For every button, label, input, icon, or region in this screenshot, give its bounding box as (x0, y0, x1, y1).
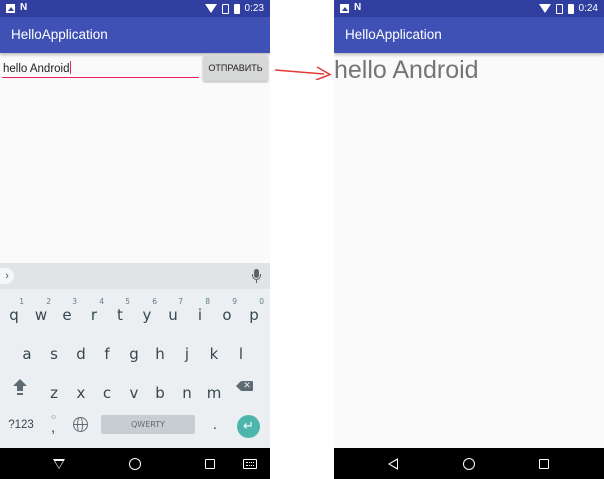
key-f[interactable]: f (94, 336, 120, 370)
navigation-bar (334, 448, 604, 479)
app-bar: HelloApplication (334, 17, 604, 53)
symbols-key[interactable]: ?123 (4, 418, 38, 432)
key-i[interactable]: 8 i (187, 297, 213, 331)
key-a[interactable]: a (14, 336, 40, 370)
key-x[interactable]: x (68, 375, 94, 409)
key-j[interactable]: j (174, 336, 200, 370)
key-l[interactable]: l (228, 336, 254, 370)
key-w[interactable]: 2 w (28, 297, 54, 331)
recents-icon[interactable] (205, 459, 215, 469)
keyboard-switch-icon[interactable] (243, 459, 257, 469)
key-t[interactable]: 5 t (107, 297, 133, 331)
wifi-icon (204, 4, 217, 13)
recents-icon[interactable] (539, 459, 549, 469)
globe-language-icon[interactable] (73, 417, 88, 432)
space-bar[interactable]: QWERTY (101, 415, 195, 434)
chevron-right-icon[interactable]: › (0, 268, 14, 284)
comma-key[interactable]: ☺ , (46, 414, 62, 436)
key-m[interactable]: m (201, 375, 227, 409)
text-caret (69, 61, 71, 74)
key-k[interactable]: k (201, 336, 227, 370)
home-icon[interactable] (129, 458, 141, 470)
battery-icon (233, 3, 240, 14)
send-button[interactable]: ОТПРАВИТЬ (203, 56, 268, 81)
message-input[interactable]: hello Android (2, 58, 199, 78)
shift-key-icon[interactable] (8, 376, 32, 400)
app-title: HelloApplication (345, 27, 442, 42)
home-icon[interactable] (463, 458, 475, 470)
soft-keyboard: › 1 q 2 w 3 e 4 r 5 t 6 y 7 u 8 i 9 o 0 … (0, 263, 270, 448)
backspace-key-icon[interactable]: ✕ (236, 379, 258, 393)
wifi-icon (538, 4, 551, 13)
key-g[interactable]: g (121, 336, 147, 370)
key-o[interactable]: 9 o (214, 297, 240, 331)
key-z[interactable]: z (41, 375, 67, 409)
key-q[interactable]: 1 q (1, 297, 27, 331)
key-h[interactable]: h (147, 336, 173, 370)
no-sim-icon (555, 3, 563, 14)
n-notification-icon: N (354, 2, 362, 13)
image-notification-icon (340, 3, 349, 13)
status-bar: N 0:24 (334, 0, 604, 17)
key-r[interactable]: 4 r (81, 297, 107, 331)
battery-icon (567, 3, 574, 14)
key-c[interactable]: c (94, 375, 120, 409)
phone-screen-input: N 0:23 HelloApplication hello Android ОТ… (0, 0, 270, 479)
navigation-bar (0, 448, 270, 479)
key-y[interactable]: 6 y (134, 297, 160, 331)
suggestion-strip: › (0, 263, 270, 289)
message-display-text: hello Android (334, 56, 479, 84)
key-n[interactable]: n (174, 375, 200, 409)
key-b[interactable]: b (147, 375, 173, 409)
message-input-value: hello Android (3, 63, 70, 75)
key-u[interactable]: 7 u (160, 297, 186, 331)
key-v[interactable]: v (121, 375, 147, 409)
back-hide-keyboard-icon[interactable] (53, 459, 65, 469)
app-bar: HelloApplication (0, 17, 270, 53)
key-s[interactable]: s (41, 336, 67, 370)
n-notification-icon: N (20, 2, 28, 13)
phone-screen-result: N 0:24 HelloApplication hello Android (334, 0, 604, 479)
period-key[interactable]: . (208, 415, 222, 434)
key-e[interactable]: 3 e (54, 297, 80, 331)
back-icon[interactable] (388, 458, 398, 470)
key-p[interactable]: 0 p (241, 297, 267, 331)
status-time: 0:23 (244, 3, 264, 14)
status-bar: N 0:23 (0, 0, 270, 17)
enter-key-icon[interactable]: ↵ (237, 415, 260, 438)
status-time: 0:24 (578, 3, 598, 14)
key-d[interactable]: d (68, 336, 94, 370)
red-arrow-icon (274, 66, 332, 80)
app-title: HelloApplication (11, 27, 108, 42)
image-notification-icon (6, 3, 15, 13)
no-sim-icon (221, 3, 229, 14)
microphone-icon[interactable] (251, 269, 261, 283)
